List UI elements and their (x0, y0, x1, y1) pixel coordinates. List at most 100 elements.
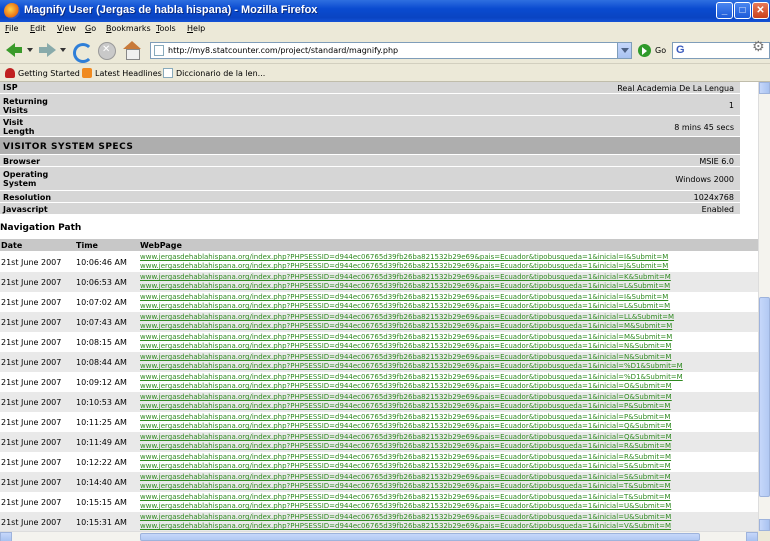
webpage-link[interactable]: www.jergasdehablahispana.org/index.php?P… (140, 513, 758, 522)
info-row-visit-length: Visit Length 8 mins 45 secs (0, 116, 740, 137)
menu-bookmarks[interactable]: Bookmarks (106, 24, 151, 33)
webpage-link[interactable]: www.jergasdehablahispana.org/index.php?P… (140, 253, 758, 262)
row-date: 21st June 2007 (1, 298, 62, 307)
bookmark-latest-headlines[interactable]: Latest Headlines (82, 68, 162, 78)
row-date: 21st June 2007 (1, 318, 62, 327)
webpage-link[interactable]: www.jergasdehablahispana.org/index.php?P… (140, 413, 758, 422)
info-key: ISP (3, 83, 18, 92)
row-date: 21st June 2007 (1, 498, 62, 507)
row-time: 10:15:15 AM (76, 498, 127, 507)
webpage-link[interactable]: www.jergasdehablahispana.org/index.php?P… (140, 302, 758, 311)
system-specs-heading: VISITOR SYSTEM SPECS (0, 137, 740, 155)
webpage-link[interactable]: www.jergasdehablahispana.org/index.php?P… (140, 453, 758, 462)
menu-edit[interactable]: Edit (30, 24, 46, 33)
table-row: 21st June 2007 10:09:12 AM www.jergasdeh… (0, 372, 758, 392)
row-time: 10:12:22 AM (76, 458, 127, 467)
address-dropdown-icon[interactable] (617, 43, 631, 58)
webpage-link[interactable]: www.jergasdehablahispana.org/index.php?P… (140, 333, 758, 342)
stop-icon[interactable] (96, 40, 116, 60)
webpage-link[interactable]: www.jergasdehablahispana.org/index.php?P… (140, 373, 758, 382)
row-time: 10:11:25 AM (76, 418, 127, 427)
webpage-link[interactable]: www.jergasdehablahispana.org/index.php?P… (140, 422, 758, 431)
webpage-link[interactable]: www.jergasdehablahispana.org/index.php?P… (140, 262, 758, 271)
scroll-up-arrow-icon[interactable] (759, 82, 770, 94)
forward-arrow-icon[interactable] (37, 40, 57, 60)
spec-key: Resolution (3, 193, 52, 202)
table-row: 21st June 2007 10:06:53 AM www.jergasdeh… (0, 272, 758, 292)
go-icon[interactable] (638, 44, 651, 57)
webpage-link[interactable]: www.jergasdehablahispana.org/index.php?P… (140, 493, 758, 502)
window-title: Magnify User (Jergas de habla hispana) -… (24, 4, 318, 16)
back-history-dropdown-icon[interactable] (27, 48, 33, 52)
scroll-down-arrow-icon[interactable] (759, 519, 770, 531)
spec-row-javascript: Javascript Enabled (0, 203, 740, 215)
back-arrow-icon[interactable] (4, 40, 24, 60)
spec-value: MSIE 6.0 (699, 157, 734, 166)
close-button[interactable]: ✕ (752, 2, 769, 19)
webpage-link[interactable]: www.jergasdehablahispana.org/index.php?P… (140, 273, 758, 282)
menu-go[interactable]: Go (85, 24, 96, 33)
menu-view[interactable]: View (57, 24, 76, 33)
row-time: 10:06:46 AM (76, 258, 127, 267)
vertical-scrollbar[interactable] (758, 82, 770, 531)
forward-history-dropdown-icon[interactable] (60, 48, 66, 52)
menu-tools[interactable]: Tools (156, 24, 176, 33)
reload-icon[interactable] (70, 40, 93, 63)
menu-help[interactable]: Help (187, 24, 205, 33)
webpage-link[interactable]: www.jergasdehablahispana.org/index.php?P… (140, 293, 758, 302)
webpage-link[interactable]: www.jergasdehablahispana.org/index.php?P… (140, 382, 758, 391)
spec-row-resolution: Resolution 1024x768 (0, 191, 740, 203)
info-row-returning-visits: Returning Visits 1 (0, 94, 740, 116)
spec-value: 1024x768 (693, 193, 734, 202)
horizontal-scrollbar[interactable] (0, 531, 758, 541)
column-header-webpage: WebPage (140, 241, 182, 250)
row-date: 21st June 2007 (1, 398, 62, 407)
rss-feed-icon (82, 68, 92, 78)
table-row: 21st June 2007 10:15:31 AM www.jergasdeh… (0, 512, 758, 531)
scroll-right-arrow-icon[interactable] (746, 532, 758, 541)
menu-file[interactable]: File (5, 24, 18, 33)
scroll-left-arrow-icon[interactable] (0, 532, 12, 541)
webpage-link[interactable]: www.jergasdehablahispana.org/index.php?P… (140, 402, 758, 411)
row-time: 10:08:44 AM (76, 358, 127, 367)
table-row: 21st June 2007 10:08:15 AM www.jergasdeh… (0, 332, 758, 352)
google-search-icon: G (676, 44, 685, 56)
webpage-link[interactable]: www.jergasdehablahispana.org/index.php?P… (140, 442, 758, 451)
webpage-link[interactable]: www.jergasdehablahispana.org/index.php?P… (140, 342, 758, 351)
webpage-link[interactable]: www.jergasdehablahispana.org/index.php?P… (140, 353, 758, 362)
address-bar[interactable]: http://my8.statcounter.com/project/stand… (150, 42, 632, 59)
address-input[interactable]: http://my8.statcounter.com/project/stand… (168, 46, 398, 55)
webpage-link[interactable]: www.jergasdehablahispana.org/index.php?P… (140, 473, 758, 482)
info-row-isp: ISP Real Academia De La Lengua (0, 82, 740, 94)
row-time: 10:14:40 AM (76, 478, 127, 487)
webpage-link[interactable]: www.jergasdehablahispana.org/index.php?P… (140, 282, 758, 291)
webpage-link[interactable]: www.jergasdehablahispana.org/index.php?P… (140, 462, 758, 471)
bookmark-getting-started[interactable]: Getting Started (5, 68, 80, 78)
minimize-button[interactable]: _ (716, 2, 733, 19)
webpage-link[interactable]: www.jergasdehablahispana.org/index.php?P… (140, 522, 758, 531)
webpage-link[interactable]: www.jergasdehablahispana.org/index.php?P… (140, 433, 758, 442)
webpage-link[interactable]: www.jergasdehablahispana.org/index.php?P… (140, 362, 758, 371)
webpage-link[interactable]: www.jergasdehablahispana.org/index.php?P… (140, 502, 758, 511)
bookmark-diccionario[interactable]: Diccionario de la len... (163, 68, 265, 78)
row-date: 21st June 2007 (1, 458, 62, 467)
info-value: 1 (728, 101, 734, 110)
webpage-link[interactable]: www.jergasdehablahispana.org/index.php?P… (140, 393, 758, 402)
maximize-button[interactable]: □ (734, 2, 751, 19)
home-icon[interactable] (122, 40, 142, 60)
table-row: 21st June 2007 10:11:49 AM www.jergasdeh… (0, 432, 758, 452)
column-header-time: Time (76, 241, 98, 250)
row-time: 10:09:12 AM (76, 378, 127, 387)
vertical-scroll-thumb[interactable] (759, 297, 770, 497)
row-date: 21st June 2007 (1, 258, 62, 267)
webpage-link[interactable]: www.jergasdehablahispana.org/index.php?P… (140, 482, 758, 491)
table-row: 21st June 2007 10:07:02 AM www.jergasdeh… (0, 292, 758, 312)
webpage-link[interactable]: www.jergasdehablahispana.org/index.php?P… (140, 313, 758, 322)
table-row: 21st June 2007 10:11:25 AM www.jergasdeh… (0, 412, 758, 432)
row-date: 21st June 2007 (1, 418, 62, 427)
firefox-bookmark-icon (5, 68, 15, 78)
go-button-label[interactable]: Go (655, 46, 666, 55)
horizontal-scroll-thumb[interactable] (140, 533, 700, 541)
webpage-link[interactable]: www.jergasdehablahispana.org/index.php?P… (140, 322, 758, 331)
table-row: 21st June 2007 10:12:22 AM www.jergasdeh… (0, 452, 758, 472)
